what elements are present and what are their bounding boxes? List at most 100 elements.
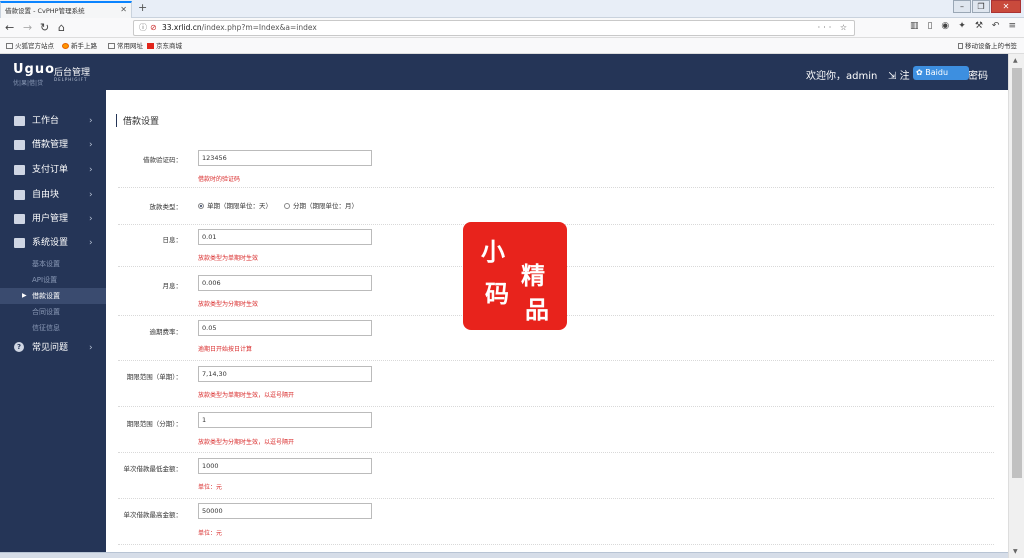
term-single-input[interactable]: 7,14,30	[198, 366, 372, 382]
baidu-overlay[interactable]: ✿ Baidu	[913, 66, 969, 80]
subitem-loan-settings[interactable]: 借款设置	[0, 288, 106, 304]
bookmark-label: 火狐官方站点	[15, 42, 54, 50]
form-row-term-single: 期限范围（单期）： 7,14,30 放款类型为单期时生效，以逗号隔开	[118, 361, 994, 407]
folder-icon	[108, 43, 115, 49]
form-row-term-installment: 期限范围（分期）： 1 放款类型为分期时生效，以逗号隔开	[118, 407, 994, 453]
sidebar-item-help[interactable]: ? 常见问题 ›	[0, 336, 106, 360]
logout-icon: ⇲	[888, 71, 900, 82]
grid-icon	[14, 190, 25, 200]
reload-icon[interactable]: ↻	[40, 20, 49, 36]
subitem-credit[interactable]: 信征信息	[32, 320, 60, 336]
radio-unchecked-icon	[284, 203, 290, 209]
bookmark-getting-started[interactable]: 新手上路	[62, 38, 97, 54]
field-label: 期限范围（单期）：	[126, 373, 182, 381]
restore-icon[interactable]: ❐	[972, 0, 990, 13]
field-hint: 放款类型为单期时生效，以逗号隔开	[198, 392, 295, 399]
max-amount-input[interactable]: 50000	[198, 503, 372, 519]
question-icon: ?	[14, 342, 24, 352]
sidebar-item-users[interactable]: 用户管理 ›	[0, 207, 106, 231]
sidebar-item-settings[interactable]: 系统设置 ›	[0, 231, 106, 255]
extensions-icon[interactable]: ✦	[958, 21, 966, 31]
page-actions-icon[interactable]: ··· ☆	[818, 21, 850, 35]
term-installment-input[interactable]: 1	[198, 412, 372, 428]
settings-icon	[14, 238, 25, 248]
admin-title-en: DELPHIGIFT	[54, 77, 88, 82]
bookmark-mobile[interactable]: 移动设备上的书签	[958, 38, 1017, 54]
sidebar-item-label: 系统设置	[32, 238, 69, 248]
field-label: 月息：	[162, 282, 183, 290]
radio-single-term[interactable]: 单期（期限单位：天）	[198, 200, 272, 210]
radio-installment[interactable]: 分期（期限单位：月）	[284, 200, 358, 210]
subitem-basic[interactable]: 基本设置	[32, 256, 60, 272]
logout-label: 注	[899, 71, 910, 82]
stamp-char: 码	[485, 279, 509, 308]
library-icon[interactable]: ▥	[910, 21, 919, 31]
chevron-right-icon: ›	[89, 116, 93, 126]
minimize-icon[interactable]: –	[953, 0, 971, 13]
mobile-icon	[958, 43, 963, 49]
new-tab-icon[interactable]: +	[138, 1, 147, 14]
folder-icon	[6, 43, 13, 49]
sidebar: 工作台 › 借款管理 › 支付订单 › 自由块 › 用户管理 › 系统设置 › 基本设置 A…	[0, 90, 106, 558]
url-host: 33.xrlid.cn	[162, 23, 202, 32]
menu-icon[interactable]: ≡	[1008, 21, 1016, 31]
home-icon[interactable]: ⌂	[58, 20, 65, 36]
scroll-up-icon[interactable]: ▲	[1013, 57, 1018, 64]
scroll-down-icon[interactable]: ▼	[1013, 548, 1018, 555]
field-hint: 放款类型为分期时生效	[198, 301, 259, 308]
field-label: 日息：	[162, 236, 183, 244]
min-amount-input[interactable]: 1000	[198, 458, 372, 474]
welcome-text: 欢迎你，admin	[806, 71, 878, 82]
radio-checked-icon	[198, 203, 204, 209]
firefox-icon	[62, 43, 69, 49]
card-icon	[14, 165, 25, 175]
field-label: 借款验证码：	[143, 156, 182, 164]
subitem-contract[interactable]: 合同设置	[32, 304, 60, 320]
sidebar-item-free-blocks[interactable]: 自由块 ›	[0, 183, 106, 207]
sidebar-item-label: 借款管理	[32, 140, 69, 150]
logout-link[interactable]: ⇲ 注	[888, 67, 910, 82]
bookmark-jd[interactable]: 京东商城	[147, 38, 182, 54]
browser-tab[interactable]: 借款设置 - CvPHP管理系统 ✕	[0, 1, 132, 18]
sidebar-item-payments[interactable]: 支付订单 ›	[0, 158, 106, 182]
monthly-rate-input[interactable]: 0.006	[198, 275, 372, 291]
undo-icon[interactable]: ↶	[992, 21, 1000, 31]
form-row-loan-type: 放款类型： 单期（期限单位：天） 分期（期限单位：月）	[118, 188, 994, 225]
monitor-icon	[14, 116, 25, 126]
close-tab-icon[interactable]: ✕	[120, 5, 127, 14]
daily-rate-input[interactable]: 0.01	[198, 229, 372, 245]
overdue-rate-input[interactable]: 0.05	[198, 320, 372, 336]
account-icon[interactable]: ◉	[941, 21, 949, 31]
verify-code-input[interactable]: 123456	[198, 150, 372, 166]
form-row-max-amount: 单次借款最高金额： 50000 单位：元	[118, 499, 994, 545]
forward-icon[interactable]: →	[23, 20, 32, 36]
bookmark-label: 京东商城	[156, 42, 182, 50]
logo[interactable]: Uguo 优|果|借|贷 后台管理 DELPHIGIFT	[13, 62, 90, 87]
tools-icon[interactable]: ⚒	[975, 21, 983, 31]
close-window-icon[interactable]: ✕	[991, 0, 1021, 13]
field-label: 期限范围（分期）：	[126, 420, 182, 428]
bookmark-firefox[interactable]: 火狐官方站点	[6, 38, 54, 54]
back-icon[interactable]: ←	[5, 20, 14, 36]
url-bar[interactable]: ⓘ ⊘ 33.xrlid.cn/index.php?m=Index&a=inde…	[133, 20, 855, 36]
chevron-right-icon: ›	[89, 165, 93, 175]
sidebar-item-workbench[interactable]: 工作台 ›	[0, 109, 106, 133]
sidebar-icon[interactable]: ▯	[927, 21, 932, 31]
jd-icon	[147, 43, 154, 49]
field-label: 逾期费率：	[149, 328, 183, 336]
form-row-verify-code: 借款验证码： 123456 借款时的验证码	[118, 144, 994, 188]
field-label: 单次借款最低金额：	[123, 465, 183, 473]
bookmark-label: 移动设备上的书签	[965, 42, 1017, 50]
subitem-api[interactable]: API设置	[32, 272, 57, 288]
info-icon[interactable]: ⓘ	[139, 21, 147, 35]
chevron-right-icon: ›	[89, 343, 93, 353]
sidebar-item-loans[interactable]: 借款管理 ›	[0, 133, 106, 157]
vertical-scrollbar[interactable]: ▲ ▼	[1008, 54, 1024, 558]
watermark-stamp: 小 精 码 品	[463, 222, 567, 330]
window-controls: – ❐ ✕	[953, 0, 1021, 13]
bookmark-common[interactable]: 常用网址	[108, 38, 143, 54]
field-hint: 放款类型为单期时生效	[198, 255, 259, 262]
field-hint: 借款时的验证码	[198, 176, 241, 183]
scrollbar-thumb[interactable]	[1012, 68, 1022, 478]
change-password-link[interactable]: 密码	[968, 67, 988, 82]
